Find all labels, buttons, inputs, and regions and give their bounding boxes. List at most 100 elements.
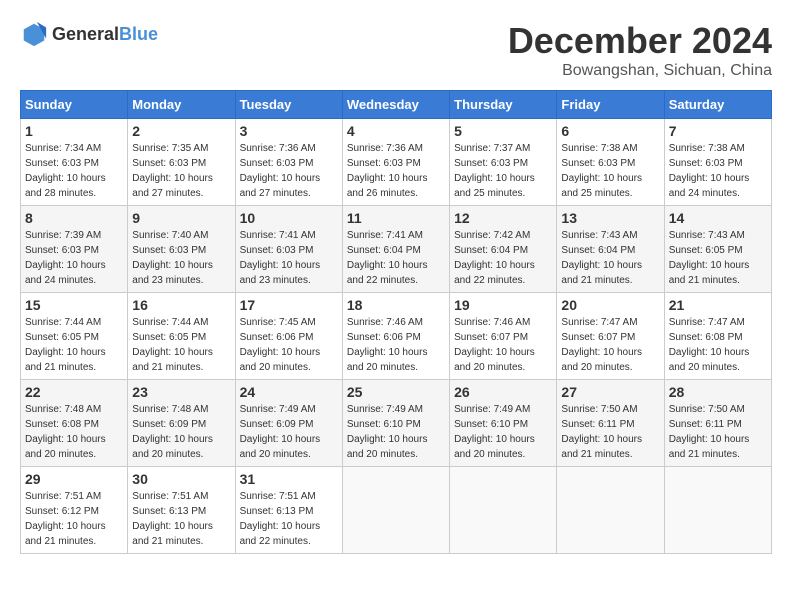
day-info: Sunrise: 7:51 AM Sunset: 6:13 PM Dayligh… [240,489,338,549]
calendar-day-cell: 3 Sunrise: 7:36 AM Sunset: 6:03 PM Dayli… [235,119,342,206]
day-info: Sunrise: 7:40 AM Sunset: 6:03 PM Dayligh… [132,228,230,288]
day-info: Sunrise: 7:51 AM Sunset: 6:12 PM Dayligh… [25,489,123,549]
location-title: Bowangshan, Sichuan, China [508,62,772,80]
day-number: 10 [240,210,338,226]
calendar-table: SundayMondayTuesdayWednesdayThursdayFrid… [20,90,772,554]
header: GeneralBlue December 2024 Bowangshan, Si… [20,20,772,80]
calendar-day-cell: 18 Sunrise: 7:46 AM Sunset: 6:06 PM Dayl… [342,293,449,380]
day-number: 1 [25,123,123,139]
day-number: 28 [669,384,767,400]
day-info: Sunrise: 7:36 AM Sunset: 6:03 PM Dayligh… [347,141,445,201]
day-info: Sunrise: 7:49 AM Sunset: 6:10 PM Dayligh… [454,402,552,462]
day-number: 23 [132,384,230,400]
month-title: December 2024 [508,20,772,62]
day-info: Sunrise: 7:38 AM Sunset: 6:03 PM Dayligh… [561,141,659,201]
calendar-week-row: 15 Sunrise: 7:44 AM Sunset: 6:05 PM Dayl… [21,293,772,380]
calendar-day-cell [450,467,557,554]
day-info: Sunrise: 7:44 AM Sunset: 6:05 PM Dayligh… [132,315,230,375]
day-number: 14 [669,210,767,226]
calendar-day-cell: 31 Sunrise: 7:51 AM Sunset: 6:13 PM Dayl… [235,467,342,554]
day-number: 7 [669,123,767,139]
day-info: Sunrise: 7:50 AM Sunset: 6:11 PM Dayligh… [669,402,767,462]
calendar-day-cell [342,467,449,554]
day-number: 21 [669,297,767,313]
day-number: 19 [454,297,552,313]
day-number: 18 [347,297,445,313]
calendar-day-cell: 9 Sunrise: 7:40 AM Sunset: 6:03 PM Dayli… [128,206,235,293]
calendar-day-cell: 1 Sunrise: 7:34 AM Sunset: 6:03 PM Dayli… [21,119,128,206]
calendar-day-cell: 19 Sunrise: 7:46 AM Sunset: 6:07 PM Dayl… [450,293,557,380]
day-number: 24 [240,384,338,400]
calendar-day-cell: 29 Sunrise: 7:51 AM Sunset: 6:12 PM Dayl… [21,467,128,554]
calendar-day-cell: 28 Sunrise: 7:50 AM Sunset: 6:11 PM Dayl… [664,380,771,467]
day-info: Sunrise: 7:47 AM Sunset: 6:07 PM Dayligh… [561,315,659,375]
title-area: December 2024 Bowangshan, Sichuan, China [508,20,772,80]
day-number: 5 [454,123,552,139]
calendar-day-cell: 17 Sunrise: 7:45 AM Sunset: 6:06 PM Dayl… [235,293,342,380]
weekday-header: Saturday [664,91,771,119]
calendar-day-cell: 23 Sunrise: 7:48 AM Sunset: 6:09 PM Dayl… [128,380,235,467]
calendar-day-cell: 7 Sunrise: 7:38 AM Sunset: 6:03 PM Dayli… [664,119,771,206]
day-info: Sunrise: 7:35 AM Sunset: 6:03 PM Dayligh… [132,141,230,201]
day-number: 31 [240,471,338,487]
day-number: 2 [132,123,230,139]
calendar-day-cell: 20 Sunrise: 7:47 AM Sunset: 6:07 PM Dayl… [557,293,664,380]
day-info: Sunrise: 7:39 AM Sunset: 6:03 PM Dayligh… [25,228,123,288]
calendar-day-cell: 24 Sunrise: 7:49 AM Sunset: 6:09 PM Dayl… [235,380,342,467]
calendar-day-cell: 2 Sunrise: 7:35 AM Sunset: 6:03 PM Dayli… [128,119,235,206]
day-info: Sunrise: 7:37 AM Sunset: 6:03 PM Dayligh… [454,141,552,201]
day-info: Sunrise: 7:49 AM Sunset: 6:10 PM Dayligh… [347,402,445,462]
logo-text: GeneralBlue [52,24,158,45]
calendar-week-row: 8 Sunrise: 7:39 AM Sunset: 6:03 PM Dayli… [21,206,772,293]
calendar-day-cell: 8 Sunrise: 7:39 AM Sunset: 6:03 PM Dayli… [21,206,128,293]
weekday-header: Tuesday [235,91,342,119]
day-info: Sunrise: 7:45 AM Sunset: 6:06 PM Dayligh… [240,315,338,375]
calendar-week-row: 29 Sunrise: 7:51 AM Sunset: 6:12 PM Dayl… [21,467,772,554]
calendar-day-cell: 13 Sunrise: 7:43 AM Sunset: 6:04 PM Dayl… [557,206,664,293]
day-number: 29 [25,471,123,487]
calendar-day-cell: 30 Sunrise: 7:51 AM Sunset: 6:13 PM Dayl… [128,467,235,554]
weekday-header: Monday [128,91,235,119]
day-number: 17 [240,297,338,313]
logo: GeneralBlue [20,20,158,48]
day-number: 11 [347,210,445,226]
day-number: 22 [25,384,123,400]
day-number: 30 [132,471,230,487]
calendar-day-cell: 27 Sunrise: 7:50 AM Sunset: 6:11 PM Dayl… [557,380,664,467]
day-number: 13 [561,210,659,226]
calendar-week-row: 1 Sunrise: 7:34 AM Sunset: 6:03 PM Dayli… [21,119,772,206]
day-number: 9 [132,210,230,226]
day-info: Sunrise: 7:48 AM Sunset: 6:08 PM Dayligh… [25,402,123,462]
day-info: Sunrise: 7:51 AM Sunset: 6:13 PM Dayligh… [132,489,230,549]
calendar-day-cell: 12 Sunrise: 7:42 AM Sunset: 6:04 PM Dayl… [450,206,557,293]
calendar-day-cell: 11 Sunrise: 7:41 AM Sunset: 6:04 PM Dayl… [342,206,449,293]
calendar-day-cell: 10 Sunrise: 7:41 AM Sunset: 6:03 PM Dayl… [235,206,342,293]
day-number: 20 [561,297,659,313]
day-info: Sunrise: 7:43 AM Sunset: 6:05 PM Dayligh… [669,228,767,288]
day-info: Sunrise: 7:44 AM Sunset: 6:05 PM Dayligh… [25,315,123,375]
day-info: Sunrise: 7:50 AM Sunset: 6:11 PM Dayligh… [561,402,659,462]
day-number: 6 [561,123,659,139]
day-info: Sunrise: 7:41 AM Sunset: 6:04 PM Dayligh… [347,228,445,288]
weekday-header: Wednesday [342,91,449,119]
day-number: 25 [347,384,445,400]
day-number: 26 [454,384,552,400]
calendar-week-row: 22 Sunrise: 7:48 AM Sunset: 6:08 PM Dayl… [21,380,772,467]
header-row: SundayMondayTuesdayWednesdayThursdayFrid… [21,91,772,119]
calendar-day-cell: 21 Sunrise: 7:47 AM Sunset: 6:08 PM Dayl… [664,293,771,380]
day-number: 27 [561,384,659,400]
calendar-day-cell [557,467,664,554]
day-info: Sunrise: 7:38 AM Sunset: 6:03 PM Dayligh… [669,141,767,201]
calendar-day-cell: 26 Sunrise: 7:49 AM Sunset: 6:10 PM Dayl… [450,380,557,467]
day-info: Sunrise: 7:46 AM Sunset: 6:06 PM Dayligh… [347,315,445,375]
calendar-day-cell: 14 Sunrise: 7:43 AM Sunset: 6:05 PM Dayl… [664,206,771,293]
day-info: Sunrise: 7:47 AM Sunset: 6:08 PM Dayligh… [669,315,767,375]
day-number: 3 [240,123,338,139]
calendar-day-cell: 4 Sunrise: 7:36 AM Sunset: 6:03 PM Dayli… [342,119,449,206]
weekday-header: Sunday [21,91,128,119]
day-number: 8 [25,210,123,226]
day-info: Sunrise: 7:43 AM Sunset: 6:04 PM Dayligh… [561,228,659,288]
day-info: Sunrise: 7:34 AM Sunset: 6:03 PM Dayligh… [25,141,123,201]
day-info: Sunrise: 7:42 AM Sunset: 6:04 PM Dayligh… [454,228,552,288]
calendar-day-cell [664,467,771,554]
